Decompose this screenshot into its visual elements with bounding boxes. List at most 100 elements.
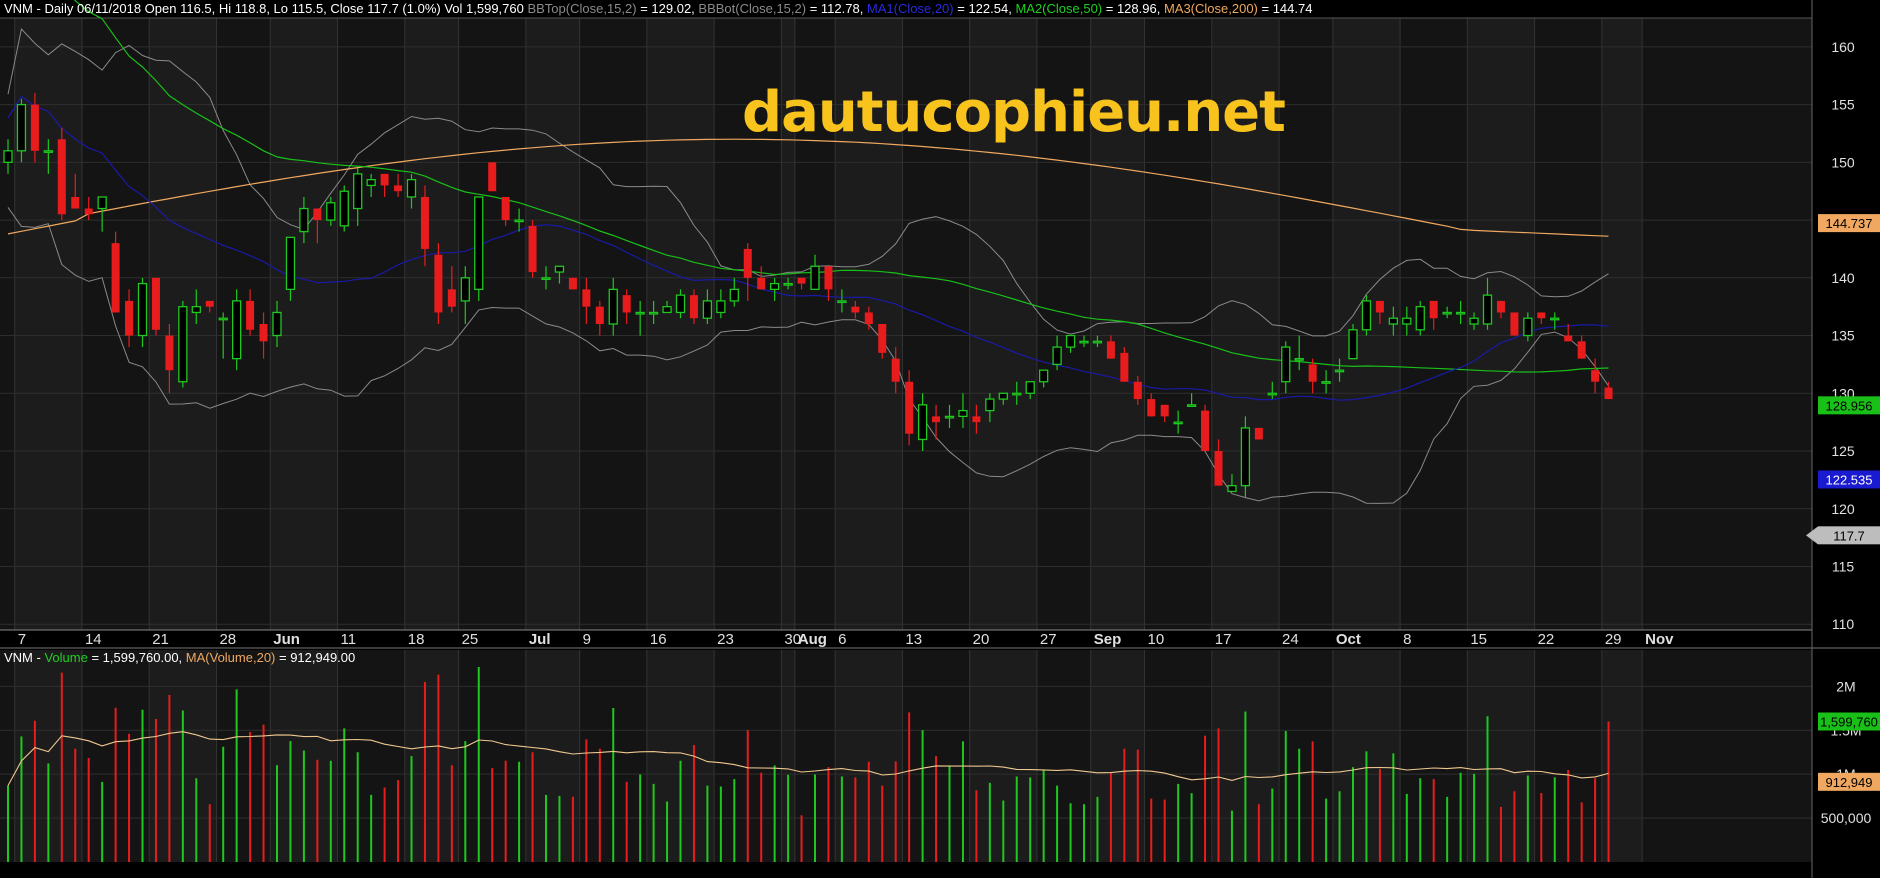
candle-body [420,196,429,249]
x-axis-label: Nov [1645,631,1674,648]
candle-body [366,179,376,187]
candle-body [1173,421,1183,425]
ma3-label: MA3(Close,200) [1163,1,1258,16]
candle-body [1482,294,1493,325]
candle-body [97,196,107,210]
candle-body [1321,381,1331,384]
candle-body [905,381,914,434]
x-axis-label: 17 [1215,631,1232,648]
week-band [525,18,580,630]
candle-body [770,282,780,291]
x-axis-label: 14 [85,631,102,648]
candle-body [259,324,268,342]
candle-body [16,103,27,152]
candle-body [689,295,698,319]
candle-body [1537,312,1546,319]
bbtop-value: = 129.02, [636,1,699,16]
candle-body [662,306,672,314]
candle-body [1591,370,1600,382]
candle-body [528,225,537,273]
candle-body [1039,369,1049,383]
volume-value: = 1,599,760.00, [87,650,186,665]
candle-body [1160,404,1169,417]
x-axis-label: 28 [219,631,236,648]
ma2-label: MA2(Close,50) [1015,1,1103,16]
x-axis-label: 15 [1470,631,1487,648]
x-axis-label: 6 [838,631,846,648]
candle-body [272,311,282,337]
volume-ma-label: MA(Volume,20) [185,650,276,665]
candle-body [1065,334,1076,348]
x-axis-label: Oct [1336,631,1361,648]
candle-body [985,398,995,412]
candle-body [1402,317,1412,325]
candle-body [205,300,214,307]
candle-body [944,415,955,419]
ma1-value: = 122.54, [953,1,1016,16]
volume-label: Volume [44,650,88,665]
candle-body [1267,392,1277,396]
candle-body [353,173,363,210]
price-tick-label: 110 [1832,616,1855,632]
week-band [404,18,459,630]
x-axis-label: 24 [1282,631,1299,648]
candle-body [339,190,349,227]
x-axis-label: Sep [1094,631,1122,648]
candle-body [622,295,631,313]
candle-body [151,277,160,330]
price-panel-header: VNM - Daily 06/11/2018 Open 116.5, Hi 11… [4,1,1312,16]
bbbot-label: BBBot(Close,15,2) [698,1,807,16]
price-tick-label: 115 [1832,558,1855,574]
x-axis-label: 8 [1403,631,1411,648]
x-axis-label: Aug [798,631,827,648]
bbtop-label: BBTop(Close,15,2) [527,1,637,16]
ma1-badge: 122.535 [1826,472,1873,487]
volume-panel-header: VNM - Volume = 1,599,760.00, MA(Volume,2… [4,650,355,665]
candle-body [1523,317,1533,337]
candle-body [998,392,1008,400]
candle-body [3,150,13,163]
candle-body [380,173,389,186]
candle-body [1133,381,1142,400]
x-axis-label: 27 [1040,631,1057,648]
candle-body [648,311,659,315]
ma1-label: MA1(Close,20) [866,1,954,16]
candle-body [1201,410,1210,452]
price-tick-label: 140 [1831,270,1855,286]
x-axis-label: Jun [273,631,300,648]
candle-body [231,300,242,360]
candle-body [554,265,565,273]
x-axis-label: 29 [1605,631,1622,648]
candle-body [582,289,591,307]
week-band [1601,18,1643,630]
candle-body [178,306,188,383]
candle-body [932,416,941,423]
volume-badge: 1,599,760 [1820,714,1878,729]
candle-body [1106,341,1115,359]
x-axis-label: 9 [583,631,591,648]
candle-body [1564,335,1573,342]
candle-body [891,358,900,382]
x-axis-label: Jul [529,631,551,648]
candle-body [864,312,873,324]
ma2-badge: 128.956 [1826,398,1873,413]
candle-body [488,162,497,192]
candle-body [326,202,336,221]
candle-body [1361,300,1372,331]
ma3-badge: 144.737 [1826,216,1873,231]
candle-body [394,185,403,192]
candle-body [878,324,887,353]
price-tick-label: 125 [1831,443,1855,459]
candle-body [514,219,524,223]
x-axis-label: 23 [717,631,734,648]
x-axis-label: 21 [152,631,169,648]
candle-body [1348,329,1358,360]
candle-body [447,289,456,307]
candle-body [1496,300,1505,313]
candle-body [1281,346,1291,383]
candle-body [541,277,551,280]
volume-symbol-label: VNM [4,650,33,665]
candle-body [1240,427,1251,487]
candle-body [1469,317,1479,325]
ma3-value: = 144.74 [1257,1,1313,16]
